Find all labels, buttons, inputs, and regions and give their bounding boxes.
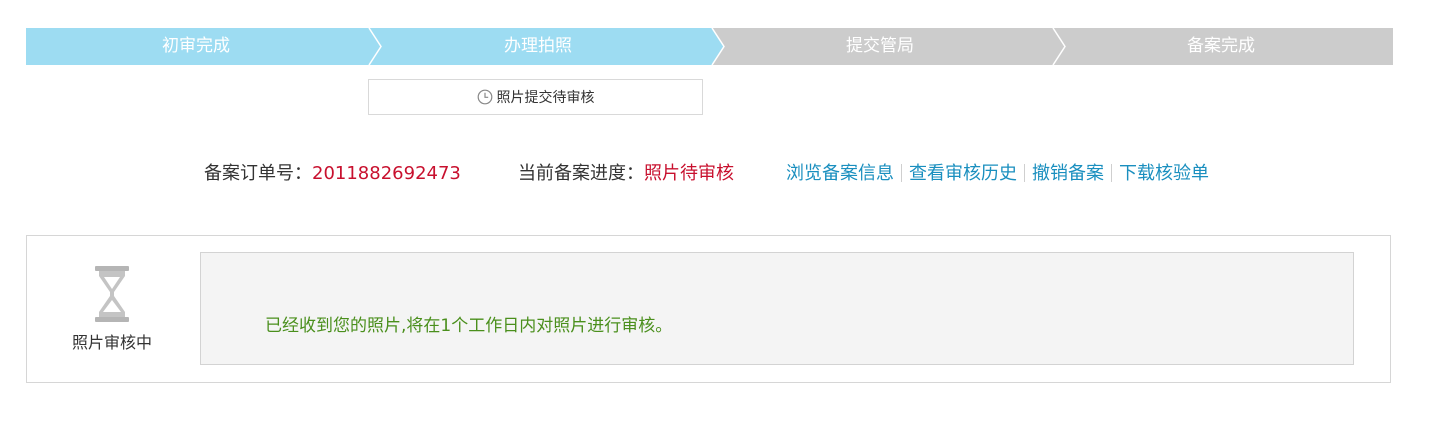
hourglass-icon: [93, 266, 131, 322]
link-separator: [1111, 164, 1112, 182]
download-form-link[interactable]: 下载核验单: [1119, 163, 1209, 184]
current-progress: 当前备案进度：照片待审核: [518, 161, 734, 187]
link-separator: [1024, 164, 1025, 182]
browse-record-link[interactable]: 浏览备案信息: [786, 163, 894, 184]
order-label: 备案订单号：: [204, 163, 312, 184]
step-label-2: 办理拍照: [504, 36, 572, 56]
step-label-4: 备案完成: [1187, 36, 1255, 56]
panel-state-label: 照片审核中: [71, 333, 152, 352]
message-text: 已经收到您的照片,将在1个工作日内对照片进行审核。: [265, 316, 673, 336]
cancel-record-link[interactable]: 撤销备案: [1032, 163, 1104, 184]
step-label-1: 初审完成: [162, 36, 230, 56]
status-panel: 照片审核中 已经收到您的照片,将在1个工作日内对照片进行审核。: [26, 235, 1391, 383]
step-label-3: 提交管局: [846, 36, 914, 56]
review-history-link[interactable]: 查看审核历史: [909, 163, 1017, 184]
sub-status-text: 照片提交待审核: [496, 90, 595, 106]
order-value: 2011882692473: [312, 163, 461, 184]
link-separator: [901, 164, 902, 182]
clock-icon: [477, 89, 493, 105]
sub-status-box: 照片提交待审核: [368, 79, 703, 115]
progress-steps: 初审完成 办理拍照 提交管局 备案完成: [26, 28, 1393, 65]
progress-value: 照片待审核: [644, 163, 734, 184]
message-box: 已经收到您的照片,将在1个工作日内对照片进行审核。: [200, 252, 1354, 365]
order-number: 备案订单号：2011882692473: [204, 161, 461, 187]
action-links: 浏览备案信息 查看审核历史 撤销备案 下载核验单: [786, 161, 1209, 187]
progress-label: 当前备案进度：: [518, 163, 644, 184]
